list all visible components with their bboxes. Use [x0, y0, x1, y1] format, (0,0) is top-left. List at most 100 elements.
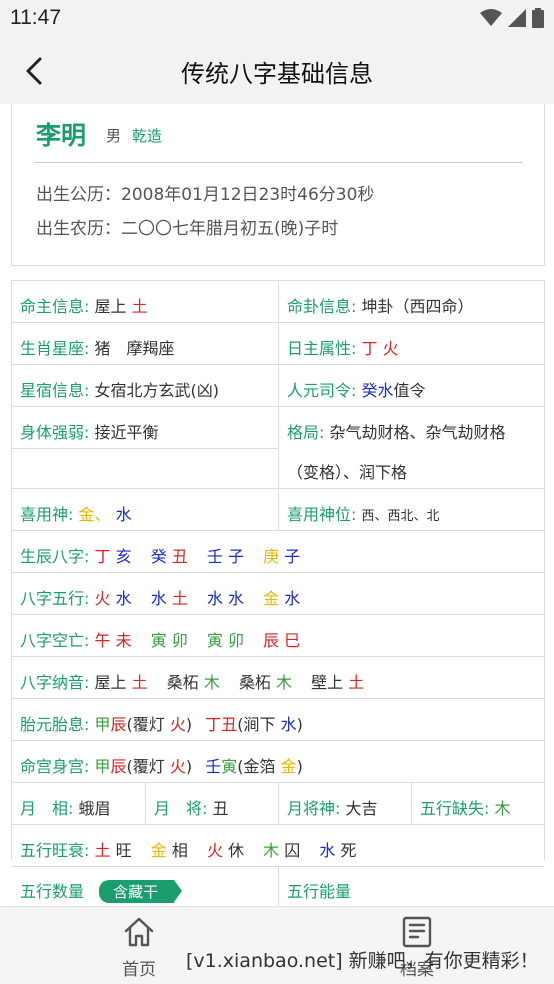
- tab-home[interactable]: 首页: [79, 907, 199, 984]
- profile-name: 李明: [36, 121, 87, 150]
- kongwang-b: 卯: [171, 631, 188, 650]
- profile-divider: [34, 162, 522, 163]
- shengxiao-value: 猪 摩羯座: [94, 339, 175, 358]
- content-scroll[interactable]: 李明 男 乾造 出生公历：2008年01月12日23时46分30秒 出生农历：二…: [0, 104, 554, 906]
- queshi-value: 木: [494, 799, 511, 818]
- minggong-row: 命宫身宫: 甲辰(覆灯 火) 壬寅(金箔 金): [12, 740, 544, 782]
- renyuan-value: 癸水: [361, 381, 394, 400]
- taiyuan-part: (覆灯: [126, 715, 170, 734]
- rizhu-value: 丁 火: [361, 339, 399, 358]
- wuxing-branch: 水: [284, 589, 301, 608]
- minggong-part: 甲: [94, 757, 111, 776]
- yuexiang-cell: 月 相: 蛾眉: [12, 783, 145, 824]
- minggua-cell: 命卦信息: 坤卦（西四命）: [278, 281, 544, 322]
- geju-cell: 格局: 杂气劫财格、杂气劫财格 （变格）、润下格: [278, 407, 544, 488]
- lunar-birth-value: 二〇〇七年腊月初五(晚)子时: [121, 219, 339, 239]
- minggong-part: (覆灯: [126, 757, 170, 776]
- kongwang-row: 八字空亡: 午 未 寅 卯 寅 卯 辰 巳: [12, 614, 544, 656]
- wuxing-stem: 火: [94, 589, 111, 608]
- yuexiang-row: 月 相: 蛾眉 月 将: 丑 月将神: 大吉 五行缺失: 木: [12, 782, 544, 824]
- pillar-stem: 癸: [150, 547, 167, 566]
- nayin-name: 桑柘: [238, 673, 271, 692]
- shengxiao-label: 生肖星座:: [20, 339, 90, 358]
- wangshuai-element: 金: [150, 841, 167, 860]
- solar-birth-label: 出生公历：: [36, 185, 121, 205]
- wuxing-stem: 金: [263, 589, 280, 608]
- shenti-label: 身体强弱:: [20, 423, 90, 442]
- renyuan-suffix: 值令: [393, 381, 426, 400]
- pillar-branch: 丑: [171, 547, 188, 566]
- badge-tail: [174, 880, 183, 902]
- geju-line2: （变格）、润下格: [287, 463, 408, 482]
- wuxing-branch: 水: [115, 589, 132, 608]
- taiyuan-label: 胎元胎息:: [20, 715, 90, 734]
- yuejiang-label: 月 将:: [154, 799, 208, 818]
- minggong-part: 辰: [110, 757, 127, 776]
- taiyuan-part: 丑: [221, 715, 238, 734]
- canggan-toggle[interactable]: 含藏干: [99, 880, 183, 903]
- minggua-value: 坤卦（西四命）: [361, 297, 474, 316]
- xiyongwei-label: 喜用神位:: [287, 505, 357, 524]
- yuexiang-label: 月 相:: [20, 799, 74, 818]
- mingzhu-label: 命主信息:: [20, 297, 90, 316]
- nengliang-label: 五行能量: [287, 882, 352, 901]
- solar-birth: 出生公历：2008年01月12日23时46分30秒: [36, 180, 374, 205]
- wangshuai-state: 囚: [284, 841, 301, 860]
- solar-birth-value: 2008年01月12日23时46分30秒: [121, 185, 375, 205]
- shuliang-cell: 五行数量 含藏干: [12, 867, 278, 906]
- xingxiu-cell: 星宿信息: 女宿北方玄武(凶): [12, 365, 278, 406]
- minggong-part: ): [185, 757, 193, 776]
- taiyuan-part: ): [185, 715, 193, 734]
- pillar-stem: 壬: [206, 547, 223, 566]
- kongwang-a: 寅: [150, 631, 167, 650]
- wangshuai-state: 休: [228, 841, 245, 860]
- canggan-label: 含藏干: [113, 883, 159, 901]
- wangshuai-state: 死: [340, 841, 357, 860]
- pillar-branch: 子: [228, 547, 245, 566]
- wangshuai-element: 水: [319, 841, 336, 860]
- wuxing-row: 八字五行: 火 水 水 土 水 水 金 水: [12, 572, 544, 614]
- yuejiang-cell: 月 将: 丑: [145, 783, 278, 824]
- taiyuan-part: (涧下: [237, 715, 281, 734]
- yuejiangshen-cell: 月将神: 大吉: [278, 783, 411, 824]
- page-title: 传统八字基础信息: [181, 60, 373, 88]
- mingzhu-element: 土: [131, 297, 148, 316]
- rizhu-label: 日主属性:: [287, 339, 357, 358]
- yuexiang-value: 蛾眉: [78, 799, 111, 818]
- minggong-part: (金箔: [237, 757, 281, 776]
- nayin-label: 八字纳音:: [20, 673, 90, 692]
- nayin-element: 木: [203, 673, 220, 692]
- shengxiao-cell: 生肖星座: 猪 摩羯座: [12, 323, 278, 364]
- minggong-part: 金: [280, 757, 297, 776]
- renyuan-cell: 人元司令: 癸水值令: [278, 365, 544, 406]
- profile-gender: 男: [106, 127, 122, 145]
- home-icon: [124, 917, 154, 947]
- battery-icon: [532, 8, 544, 28]
- xiyongwei-cell: 喜用神位: 西、西北、北: [278, 489, 544, 530]
- yuejiangshen-label: 月将神:: [287, 799, 341, 818]
- taiyuan-row: 胎元胎息: 甲辰(覆灯 火) 丁丑(涧下 水): [12, 698, 544, 740]
- taiyuan-part: 丁: [205, 715, 222, 734]
- wuxing-stem: 水: [150, 589, 167, 608]
- pillar-stem: 丁: [94, 547, 111, 566]
- mingzhu-cell: 命主信息: 屋上 土: [12, 281, 278, 322]
- shenti-value: 接近平衡: [94, 423, 159, 442]
- shuliang-label: 五行数量: [20, 882, 85, 901]
- pillar-stem: 庚: [263, 547, 280, 566]
- xingxiu-label: 星宿信息:: [20, 381, 90, 400]
- info-row: 身体强弱: 接近平衡 格局: 杂气劫财格、杂气劫财格 （变格）、润下格: [12, 406, 544, 488]
- wuxing-branch: 水: [228, 589, 245, 608]
- tab-home-label: 首页: [122, 960, 156, 980]
- wangshuai-state: 旺: [115, 841, 132, 860]
- nengliang-cell: 五行能量: [278, 867, 544, 906]
- yuejiangshen-value: 大吉: [345, 799, 378, 818]
- wifi-icon: [480, 9, 502, 26]
- nayin-element: 土: [348, 673, 365, 692]
- rizhu-cell: 日主属性: 丁 火: [278, 323, 544, 364]
- profile-card: 李明 男 乾造 出生公历：2008年01月12日23时46分30秒 出生农历：二…: [11, 104, 545, 266]
- info-grid: 命主信息: 屋上 土 命卦信息: 坤卦（西四命） 生肖星座: 猪 摩羯座 日主属…: [11, 280, 545, 906]
- xiyong-label: 喜用神:: [20, 505, 74, 524]
- wangshuai-row: 五行旺衰: 土 旺 金 相 火 休 木 囚 水 死: [12, 824, 544, 866]
- kongwang-a: 寅: [206, 631, 223, 650]
- renyuan-label: 人元司令:: [287, 381, 357, 400]
